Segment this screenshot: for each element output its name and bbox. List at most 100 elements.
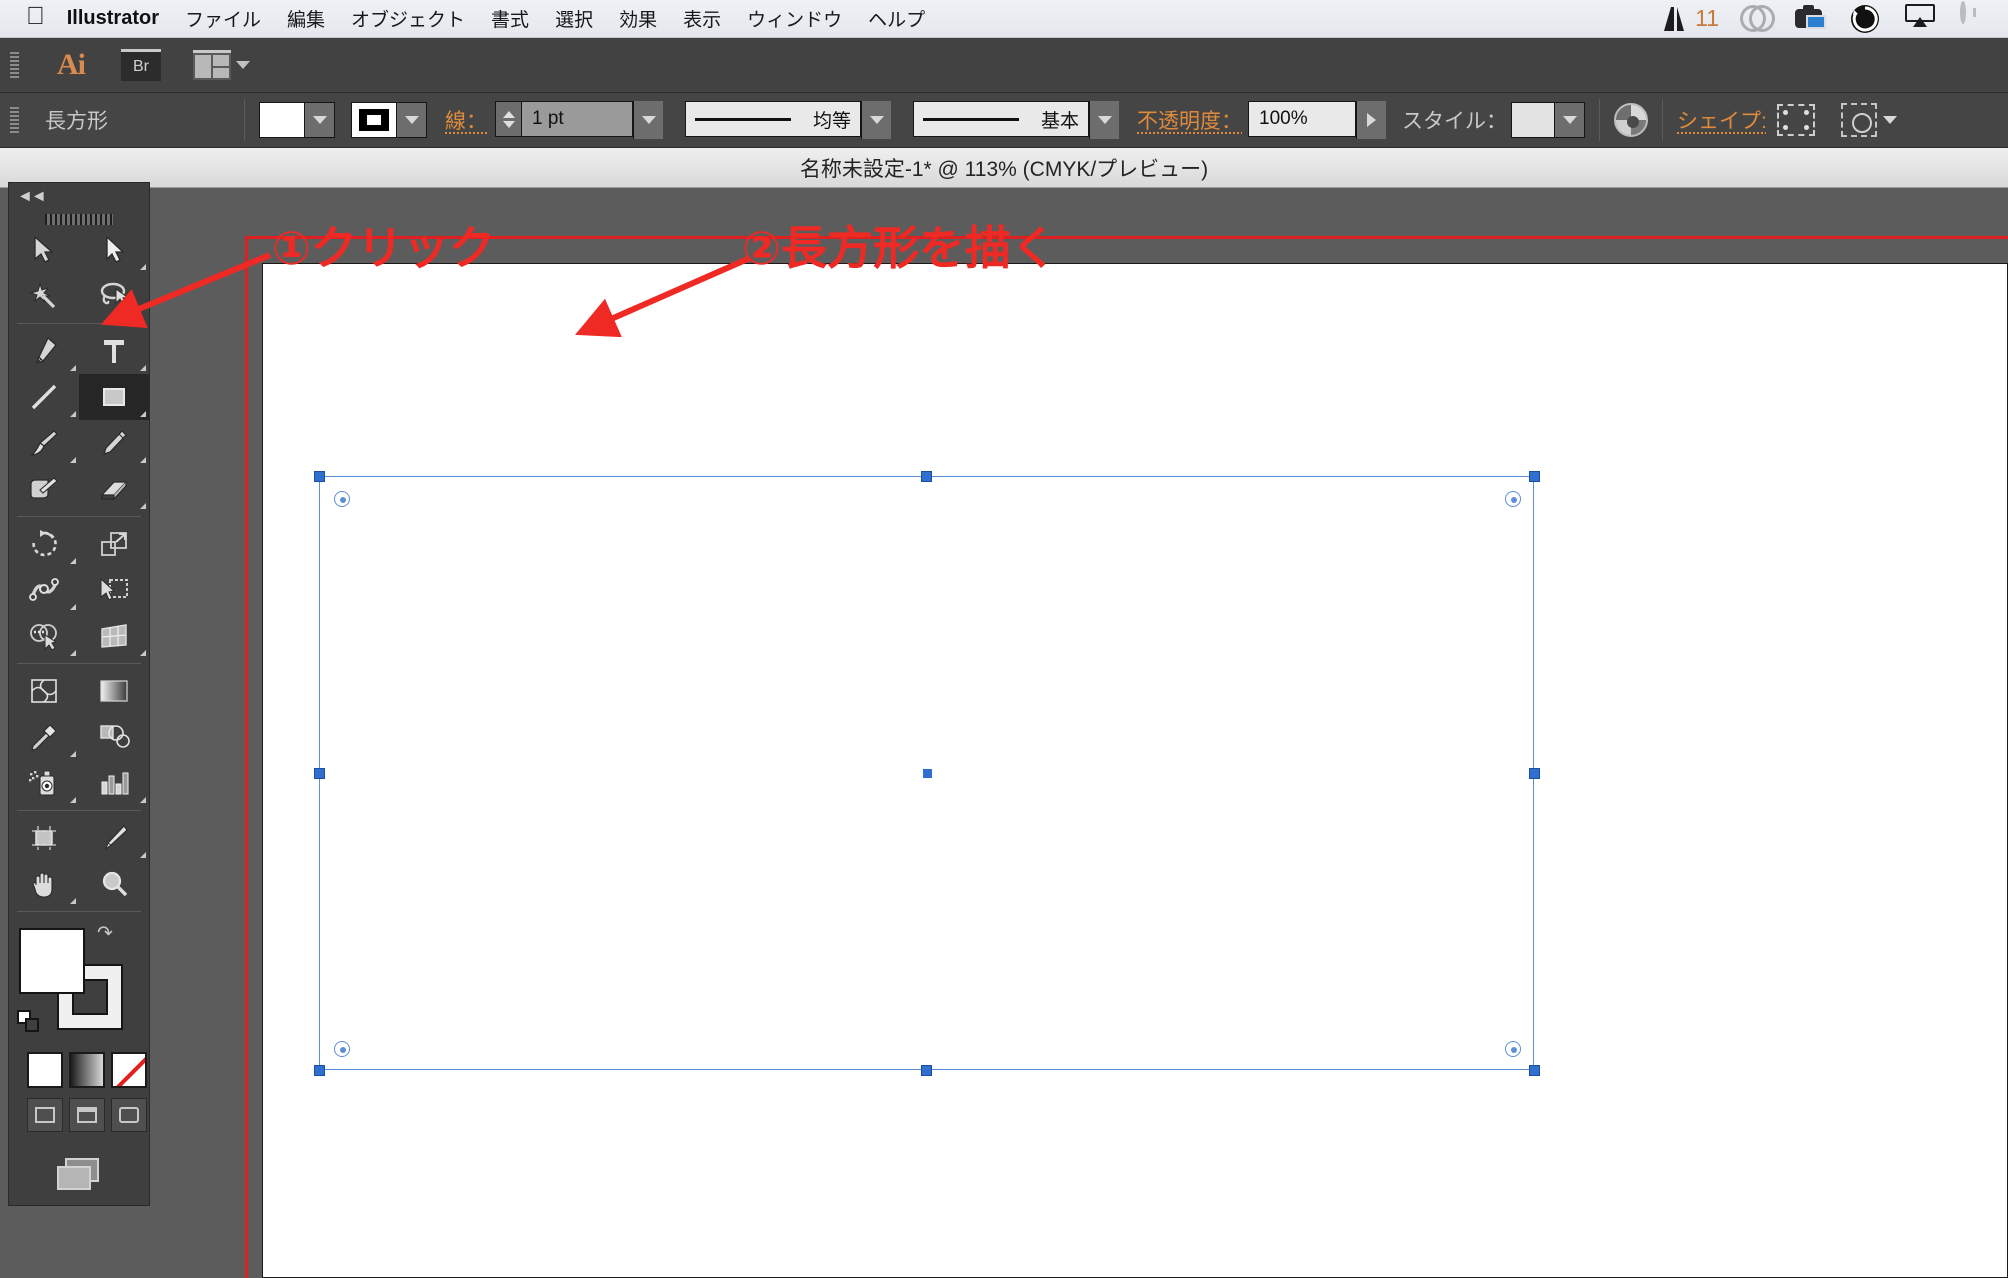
appbar-gripper[interactable] (10, 52, 19, 78)
perspective-grid-tool[interactable] (79, 613, 149, 659)
selection-handle-bottom-right[interactable] (1529, 1065, 1540, 1076)
none-fill-mode-button[interactable] (111, 1052, 147, 1088)
camera-capture-icon[interactable] (1795, 4, 1829, 34)
pen-tool[interactable] (9, 328, 79, 374)
time-machine-icon[interactable] (1850, 4, 1884, 34)
eraser-tool[interactable] (79, 466, 149, 512)
transform-control[interactable] (1840, 103, 1897, 137)
selected-rectangle-object[interactable] (314, 471, 1540, 1076)
opacity-label[interactable]: 不透明度： (1137, 105, 1242, 135)
opacity-input[interactable]: 100% (1248, 101, 1356, 137)
fill-color-indicator[interactable] (19, 928, 85, 994)
gradient-tool[interactable] (79, 668, 149, 714)
selection-handle-top-left[interactable] (314, 471, 325, 482)
full-screen-with-menubar-button[interactable] (69, 1098, 105, 1132)
menu-item-view[interactable]: 表示 (683, 5, 721, 32)
opacity-flyout-button[interactable] (1356, 101, 1386, 139)
bridge-button[interactable]: Br (121, 49, 161, 81)
color-fill-mode-button[interactable] (27, 1052, 63, 1088)
double-chevron-left-icon[interactable]: ◄◄ (17, 188, 47, 206)
scale-tool[interactable] (79, 521, 149, 567)
apple-logo-icon[interactable]:  (26, 4, 45, 29)
menu-item-type[interactable]: 書式 (491, 5, 529, 32)
graphic-style-control[interactable] (1511, 102, 1585, 138)
document-tab-bar[interactable]: 名称未設定-1* @ 113% (CMYK/プレビュー) (0, 148, 2008, 188)
fill-dropdown-button[interactable] (304, 103, 334, 137)
stroke-color-control[interactable] (351, 102, 427, 138)
chevron-down-icon[interactable] (1882, 116, 1897, 124)
menu-app-name[interactable]: Illustrator (67, 7, 159, 30)
zoom-tool[interactable] (79, 861, 149, 907)
symbol-sprayer-tool[interactable] (9, 760, 79, 806)
shape-label[interactable]: シェイプ: (1677, 105, 1767, 135)
blend-tool[interactable] (79, 714, 149, 760)
gradient-fill-mode-button[interactable] (69, 1052, 105, 1088)
menu-item-object[interactable]: オブジェクト (351, 5, 465, 32)
menu-item-edit[interactable]: 編集 (287, 5, 325, 32)
lasso-tool[interactable] (79, 273, 149, 319)
stroke-profile-control[interactable]: 均等 (685, 101, 891, 139)
magic-wand-tool[interactable] (9, 273, 79, 319)
stroke-weight-stepper[interactable] (495, 101, 521, 137)
selection-tool[interactable] (9, 227, 79, 273)
default-fill-stroke-icon[interactable] (17, 1010, 41, 1034)
blob-brush-tool[interactable] (9, 466, 79, 512)
shape-properties-icon[interactable] (1776, 104, 1815, 136)
width-tool[interactable] (9, 567, 79, 613)
tools-panel-gripper[interactable] (9, 211, 149, 227)
eyedropper-tool[interactable] (9, 714, 79, 760)
selection-handle-bottom-center[interactable] (921, 1065, 932, 1076)
stroke-weight-control[interactable]: 1 pt (495, 101, 663, 139)
selection-handle-middle-right[interactable] (1529, 768, 1540, 779)
selection-handle-top-center[interactable] (921, 471, 932, 482)
panel-stack-button[interactable] (9, 1132, 149, 1192)
menu-item-file[interactable]: ファイル (185, 5, 261, 32)
stroke-dropdown-button[interactable] (396, 103, 426, 137)
menu-item-effect[interactable]: 効果 (619, 5, 657, 32)
stroke-profile-dropdown-button[interactable] (861, 101, 891, 139)
rectangle-tool[interactable] (79, 374, 149, 420)
brush-definition-dropdown-button[interactable] (1089, 101, 1119, 139)
style-swatch[interactable] (1512, 103, 1554, 137)
free-transform-tool[interactable] (79, 567, 149, 613)
selection-handle-bottom-left[interactable] (314, 1065, 325, 1076)
menu-item-select[interactable]: 選択 (555, 5, 593, 32)
hand-tool[interactable] (9, 861, 79, 907)
stroke-profile-value[interactable]: 均等 (685, 101, 861, 137)
control-panel-gripper[interactable] (10, 107, 19, 133)
balloon-icon[interactable] (1606, 4, 1640, 34)
pencil-tool[interactable] (79, 420, 149, 466)
corner-radius-widget-bottom-left[interactable] (334, 1041, 350, 1057)
normal-screen-mode-button[interactable] (27, 1098, 63, 1132)
tools-panel-header[interactable]: ◄◄ (9, 183, 149, 211)
stroke-weight-input[interactable]: 1 pt (521, 101, 633, 137)
selection-handle-middle-left[interactable] (314, 768, 325, 779)
stroke-swatch[interactable] (352, 103, 396, 137)
creative-cloud-icon[interactable] (1740, 4, 1774, 34)
corner-radius-widget-top-left[interactable] (334, 491, 350, 507)
corner-radius-widget-top-right[interactable] (1505, 491, 1521, 507)
full-screen-mode-button[interactable] (111, 1098, 147, 1132)
type-tool[interactable] (79, 328, 149, 374)
corner-radius-widget-bottom-right[interactable] (1505, 1041, 1521, 1057)
adobe-a-icon[interactable]: 11 (1661, 4, 1719, 34)
opacity-control[interactable]: 100% (1248, 101, 1386, 139)
clock-history-icon[interactable] (1960, 0, 1994, 34)
brush-definition-control[interactable]: 基本 (913, 101, 1119, 139)
swap-fill-stroke-icon[interactable]: ↷ (97, 922, 123, 948)
stroke-weight-dropdown-button[interactable] (633, 101, 663, 139)
selection-handle-top-right[interactable] (1529, 471, 1540, 482)
line-segment-tool[interactable] (9, 374, 79, 420)
column-graph-tool[interactable] (79, 760, 149, 806)
fill-swatch[interactable] (260, 103, 304, 137)
paintbrush-tool[interactable] (9, 420, 79, 466)
brush-definition-value[interactable]: 基本 (913, 101, 1089, 137)
style-dropdown-button[interactable] (1554, 103, 1584, 137)
artboard-canvas[interactable] (262, 263, 2008, 1278)
slice-tool[interactable] (79, 815, 149, 861)
recolor-artwork-icon[interactable] (1614, 103, 1648, 137)
menu-item-window[interactable]: ウィンドウ (747, 5, 842, 32)
mesh-tool[interactable] (9, 668, 79, 714)
direct-selection-tool[interactable] (79, 227, 149, 273)
artboard-tool[interactable] (9, 815, 79, 861)
